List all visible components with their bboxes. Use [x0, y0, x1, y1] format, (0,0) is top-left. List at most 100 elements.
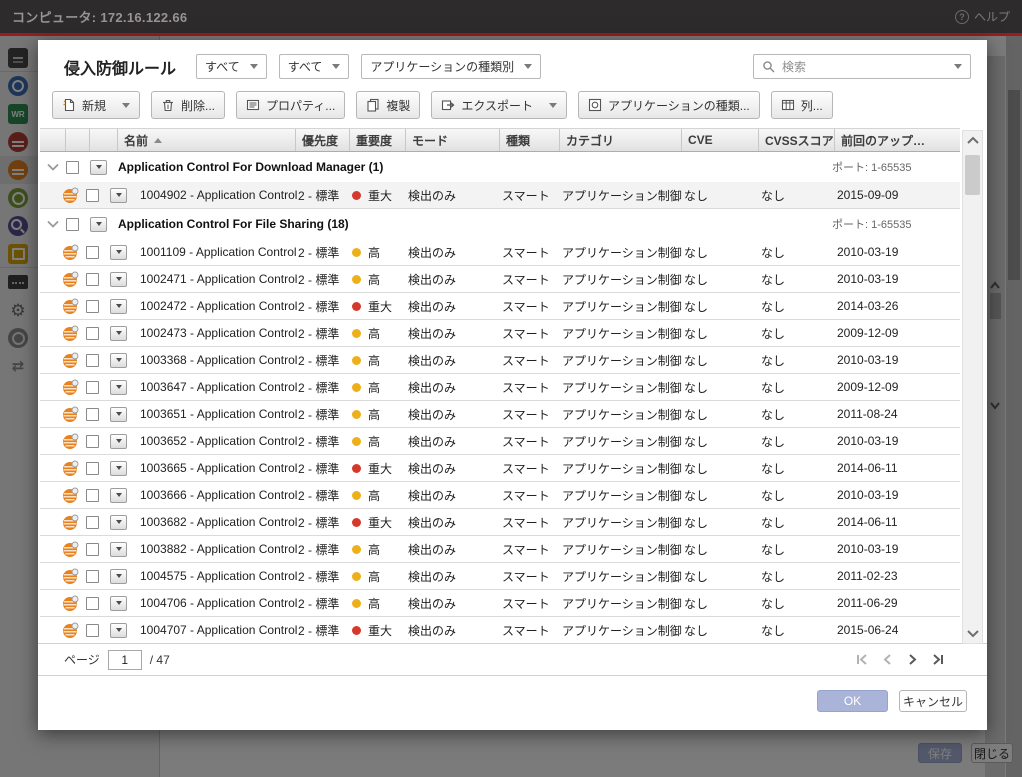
rule-severity: 高	[352, 563, 408, 589]
row-menu-button[interactable]	[110, 569, 127, 584]
row-menu-button[interactable]	[110, 596, 127, 611]
table-row[interactable]: 1004575 - Application Control F… 2 - 標準 …	[40, 563, 960, 590]
column-header-category[interactable]: カテゴリ	[560, 129, 682, 151]
row-menu-button[interactable]	[110, 272, 127, 287]
scrollbar-thumb[interactable]	[965, 155, 980, 195]
row-menu-button[interactable]	[110, 380, 127, 395]
cancel-button[interactable]: キャンセル	[899, 690, 967, 712]
ok-button[interactable]: OK	[817, 690, 888, 712]
filter-select-2[interactable]: すべて	[279, 54, 350, 79]
table-row[interactable]: 1003665 - Application Control F… 2 - 標準 …	[40, 455, 960, 482]
table-header: 名前 優先度 重要度 モード 種類 カテゴリ CVE CVSSスコア 前回のアッ…	[40, 128, 960, 152]
row-checkbox[interactable]	[86, 408, 99, 421]
rule-type: スマート	[502, 617, 562, 642]
group-checkbox[interactable]	[66, 161, 79, 174]
row-checkbox[interactable]	[86, 462, 99, 475]
rule-severity: 高	[352, 266, 408, 292]
row-menu-button[interactable]	[110, 542, 127, 557]
rule-severity: 高	[352, 536, 408, 562]
row-menu-button[interactable]	[110, 623, 127, 638]
group-checkbox[interactable]	[66, 218, 79, 231]
first-page-button[interactable]	[855, 652, 870, 667]
row-menu-button[interactable]	[110, 299, 127, 314]
row-checkbox[interactable]	[86, 597, 99, 610]
row-checkbox[interactable]	[86, 516, 99, 529]
table-row[interactable]: 1003652 - Application Control F… 2 - 標準 …	[40, 428, 960, 455]
scroll-down-icon[interactable]	[963, 623, 982, 643]
group-menu-button[interactable]	[90, 217, 107, 232]
table-row[interactable]: 1002471 - Application Control F… 2 - 標準 …	[40, 266, 960, 293]
table-row[interactable]: 1003666 - Application Control F… 2 - 標準 …	[40, 482, 960, 509]
ips-rule-icon	[62, 374, 86, 400]
row-checkbox[interactable]	[86, 489, 99, 502]
row-menu-button[interactable]	[110, 515, 127, 530]
row-menu-button[interactable]	[110, 407, 127, 422]
row-checkbox[interactable]	[86, 354, 99, 367]
table-row[interactable]: 1004902 - Application Control F… 2 - 標準 …	[40, 182, 960, 209]
column-header-mode[interactable]: モード	[406, 129, 500, 151]
search-box[interactable]	[753, 54, 971, 79]
column-header-priority[interactable]: 優先度	[296, 129, 350, 151]
chevron-down-icon[interactable]	[954, 64, 962, 69]
help-link[interactable]: ? ヘルプ	[955, 8, 1010, 25]
row-checkbox[interactable]	[86, 543, 99, 556]
rule-priority: 2 - 標準	[298, 347, 352, 373]
group-row[interactable]: Application Control For Download Manager…	[40, 152, 960, 182]
last-page-button[interactable]	[930, 652, 945, 667]
table-row[interactable]: 1003651 - Application Control F… 2 - 標準 …	[40, 401, 960, 428]
table-row[interactable]: 1002472 - Application Control F… 2 - 標準 …	[40, 293, 960, 320]
group-by-select[interactable]: アプリケーションの種類別	[361, 54, 541, 79]
column-header-severity[interactable]: 重要度	[350, 129, 406, 151]
row-checkbox[interactable]	[86, 435, 99, 448]
column-header-last-updated[interactable]: 前回のアップ…	[835, 129, 960, 151]
table-row[interactable]: 1004706 - Application Control F… 2 - 標準 …	[40, 590, 960, 617]
row-checkbox[interactable]	[86, 300, 99, 313]
export-button[interactable]: エクスポート	[431, 91, 567, 119]
column-header-cvss[interactable]: CVSSスコア	[759, 129, 835, 151]
row-checkbox[interactable]	[86, 327, 99, 340]
group-collapse-chevron-icon[interactable]	[40, 209, 66, 239]
severity-dot	[352, 329, 361, 338]
columns-button[interactable]: 列...	[771, 91, 833, 119]
row-checkbox[interactable]	[86, 189, 99, 202]
previous-page-button[interactable]	[880, 652, 895, 667]
rule-type: スマート	[502, 401, 562, 427]
table-row[interactable]: 1003647 - Application Control F… 2 - 標準 …	[40, 374, 960, 401]
row-menu-button[interactable]	[110, 188, 127, 203]
row-checkbox[interactable]	[86, 570, 99, 583]
next-page-button[interactable]	[905, 652, 920, 667]
page-input[interactable]	[108, 650, 142, 670]
row-menu-button[interactable]	[110, 434, 127, 449]
properties-button[interactable]: プロパティ...	[236, 91, 345, 119]
table-row[interactable]: 1003368 - Application Control F… 2 - 標準 …	[40, 347, 960, 374]
table-row[interactable]: 1001109 - Application Control F… 2 - 標準 …	[40, 239, 960, 266]
column-header-cve[interactable]: CVE	[682, 129, 759, 151]
row-checkbox[interactable]	[86, 624, 99, 637]
rule-priority: 2 - 標準	[298, 428, 352, 454]
group-collapse-chevron-icon[interactable]	[40, 152, 66, 182]
table-scrollbar[interactable]	[962, 130, 983, 644]
row-checkbox[interactable]	[86, 273, 99, 286]
search-input[interactable]	[782, 60, 944, 74]
row-menu-button[interactable]	[110, 488, 127, 503]
table-row[interactable]: 1003682 - Application Control F… 2 - 標準 …	[40, 509, 960, 536]
row-menu-button[interactable]	[110, 245, 127, 260]
row-menu-button[interactable]	[110, 353, 127, 368]
table-row[interactable]: 1004707 - Application Control F… 2 - 標準 …	[40, 617, 960, 642]
group-menu-button[interactable]	[90, 160, 107, 175]
delete-button[interactable]: 削除...	[151, 91, 225, 119]
application-types-button[interactable]: アプリケーションの種類...	[578, 91, 760, 119]
filter-select-1[interactable]: すべて	[196, 54, 267, 79]
row-menu-button[interactable]	[110, 326, 127, 341]
duplicate-button[interactable]: 複製	[356, 91, 420, 119]
scroll-up-icon[interactable]	[963, 131, 982, 151]
row-menu-button[interactable]	[110, 461, 127, 476]
column-header-name[interactable]: 名前	[118, 129, 296, 151]
column-header-type[interactable]: 種類	[500, 129, 560, 151]
table-row[interactable]: 1002473 - Application Control F… 2 - 標準 …	[40, 320, 960, 347]
row-checkbox[interactable]	[86, 246, 99, 259]
row-checkbox[interactable]	[86, 381, 99, 394]
new-button[interactable]: 新規	[52, 91, 140, 119]
table-row[interactable]: 1003882 - Application Control F… 2 - 標準 …	[40, 536, 960, 563]
group-row[interactable]: Application Control For File Sharing (18…	[40, 209, 960, 239]
